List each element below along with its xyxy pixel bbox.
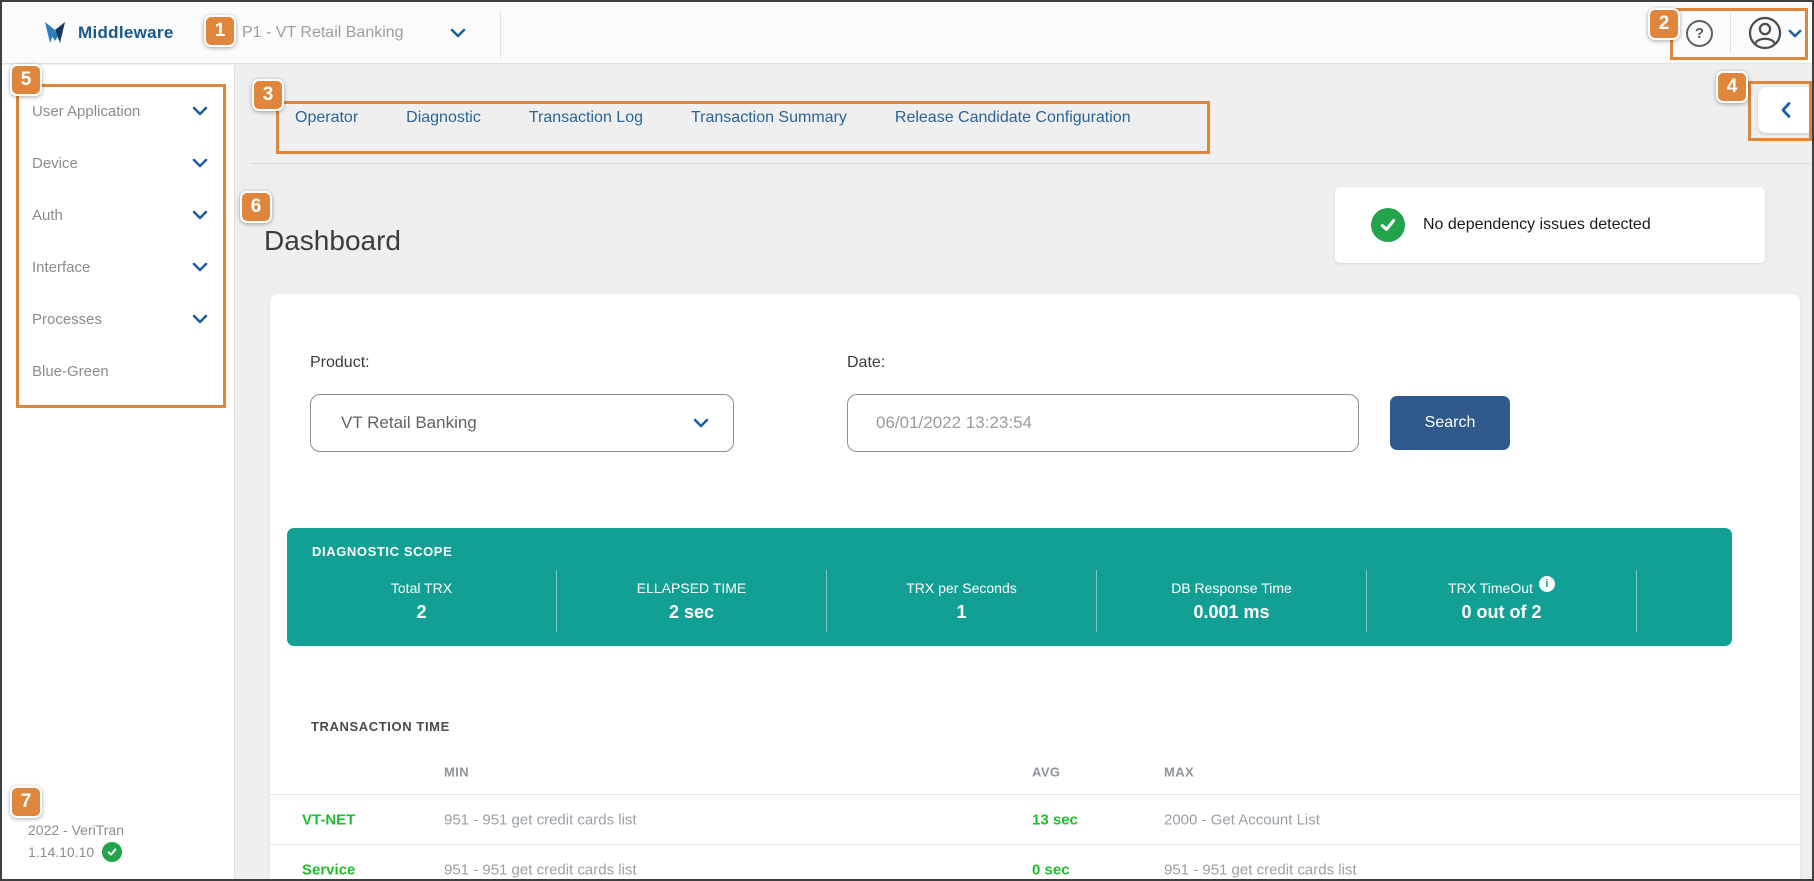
brand: Middleware	[42, 2, 174, 64]
row-min-value: 951 - 951 get credit cards list	[444, 811, 637, 828]
main-content: Operator Diagnostic Transaction Log Tran…	[235, 65, 1812, 879]
callout-badge-7: 7	[10, 786, 42, 818]
chevron-down-icon	[693, 417, 709, 429]
version-ok-check-icon	[102, 842, 123, 862]
header-actions-divider	[1730, 13, 1731, 53]
tab-transaction-log[interactable]: Transaction Log	[529, 109, 643, 127]
product-select-value: VT Retail Banking	[341, 413, 477, 432]
stat-db-response-time: DB Response Time 0.001 ms	[1097, 570, 1367, 632]
search-button[interactable]: Search	[1390, 396, 1510, 450]
row-min-value: 951 - 951 get credit cards list	[444, 861, 637, 878]
environment-label: P1 - VT Retail Banking	[242, 24, 404, 41]
tab-diagnostic[interactable]: Diagnostic	[406, 109, 481, 127]
help-icon[interactable]: ?	[1686, 19, 1713, 47]
sidebar-menu: User Application Device Auth Interface P…	[2, 85, 234, 397]
copyright-text: 2022 - VeriTran	[28, 822, 124, 838]
row-max-value: 2000 - Get Account List	[1164, 811, 1320, 828]
version-text: 1.14.10.10	[28, 844, 95, 860]
diagnostic-scope-banner: DIAGNOSTIC SCOPE Total TRX 2 ELLAPSED TI…	[287, 528, 1732, 646]
callout-badge-5: 5	[10, 64, 42, 96]
row-name: VT-NET	[302, 811, 356, 828]
date-label: Date:	[847, 354, 886, 371]
dependency-status-text: No dependency issues detected	[1423, 216, 1651, 233]
tabs-content-divider	[250, 163, 1812, 164]
collapse-panel-button[interactable]	[1758, 87, 1812, 133]
row-avg-value: 13 sec	[1032, 811, 1078, 828]
stat-trx-timeout: TRX TimeOut i 0 out of 2	[1367, 570, 1637, 632]
transaction-time-heading: TRANSACTION TIME	[311, 719, 450, 734]
product-label: Product:	[310, 354, 370, 371]
callout-badge-4: 4	[1716, 71, 1748, 103]
chevron-down-icon	[192, 209, 208, 221]
stat-total-trx: Total TRX 2	[287, 570, 557, 632]
top-header-bar: Middleware P1 - VT Retail Banking ?	[2, 2, 1812, 64]
stat-ellapsed-time: ELLAPSED TIME 2 sec	[557, 570, 827, 632]
tab-release-candidate-configuration[interactable]: Release Candidate Configuration	[895, 109, 1131, 127]
header-actions: ?	[1686, 2, 1802, 64]
sidebar-item-device[interactable]: Device	[2, 137, 234, 189]
chevron-left-icon	[1780, 101, 1792, 119]
diagnostic-scope-stats: Total TRX 2 ELLAPSED TIME 2 sec TRX per …	[287, 570, 1732, 632]
dashboard-card: Product: VT Retail Banking Date: Search …	[270, 294, 1800, 879]
environment-selector[interactable]: P1 - VT Retail Banking	[242, 2, 466, 64]
row-avg-value: 0 sec	[1032, 861, 1070, 878]
stat-trx-per-seconds: TRX per Seconds 1	[827, 570, 1097, 632]
chevron-down-icon	[192, 105, 208, 117]
sidebar-footer: 2022 - VeriTran 1.14.10.10	[28, 819, 124, 863]
tab-transaction-summary[interactable]: Transaction Summary	[691, 109, 847, 127]
chevron-down-icon	[192, 157, 208, 169]
user-avatar-icon	[1748, 16, 1782, 50]
middleware-logo-icon	[42, 19, 68, 47]
row-name: Service	[302, 861, 356, 878]
table-header-row: MIN AVG MAX	[270, 749, 1800, 794]
callout-badge-2: 2	[1648, 8, 1680, 40]
column-max: MAX	[1164, 764, 1195, 779]
brand-name: Middleware	[78, 23, 174, 42]
stat-spacer	[1637, 570, 1722, 632]
sidebar-item-interface[interactable]: Interface	[2, 241, 234, 293]
sidebar-item-processes[interactable]: Processes	[2, 293, 234, 345]
dependency-ok-check-icon	[1371, 208, 1405, 242]
callout-badge-1: 1	[204, 15, 236, 47]
user-menu[interactable]	[1748, 16, 1802, 50]
table-row: Service 951 - 951 get credit cards list …	[270, 844, 1800, 879]
callout-badge-3: 3	[252, 79, 284, 111]
row-max-value: 951 - 951 get credit cards list	[1164, 861, 1357, 878]
chevron-down-icon	[1788, 28, 1802, 39]
table-row: VT-NET 951 - 951 get credit cards list 1…	[270, 794, 1800, 844]
diagnostic-scope-title: DIAGNOSTIC SCOPE	[312, 544, 453, 559]
page-title: Dashboard	[264, 225, 401, 256]
transaction-time-table: MIN AVG MAX VT-NET 951 - 951 get credit …	[270, 749, 1800, 879]
column-avg: AVG	[1032, 764, 1061, 779]
middleware-app-window: Middleware P1 - VT Retail Banking ? 1 2 …	[0, 0, 1814, 881]
column-min: MIN	[444, 764, 470, 779]
info-icon[interactable]: i	[1538, 575, 1555, 592]
tab-strip: Operator Diagnostic Transaction Log Tran…	[295, 109, 1131, 127]
chevron-down-icon	[450, 27, 466, 39]
sidebar-item-blue-green[interactable]: Blue-Green	[2, 345, 234, 397]
chevron-down-icon	[192, 313, 208, 325]
tab-operator[interactable]: Operator	[295, 109, 358, 127]
chevron-down-icon	[192, 261, 208, 273]
product-select[interactable]: VT Retail Banking	[310, 394, 734, 452]
dependency-status-card: No dependency issues detected	[1335, 187, 1765, 263]
sidebar: User Application Device Auth Interface P…	[2, 65, 235, 879]
date-input[interactable]	[847, 394, 1359, 452]
callout-badge-6: 6	[240, 191, 272, 223]
header-divider	[500, 10, 501, 60]
sidebar-item-auth[interactable]: Auth	[2, 189, 234, 241]
